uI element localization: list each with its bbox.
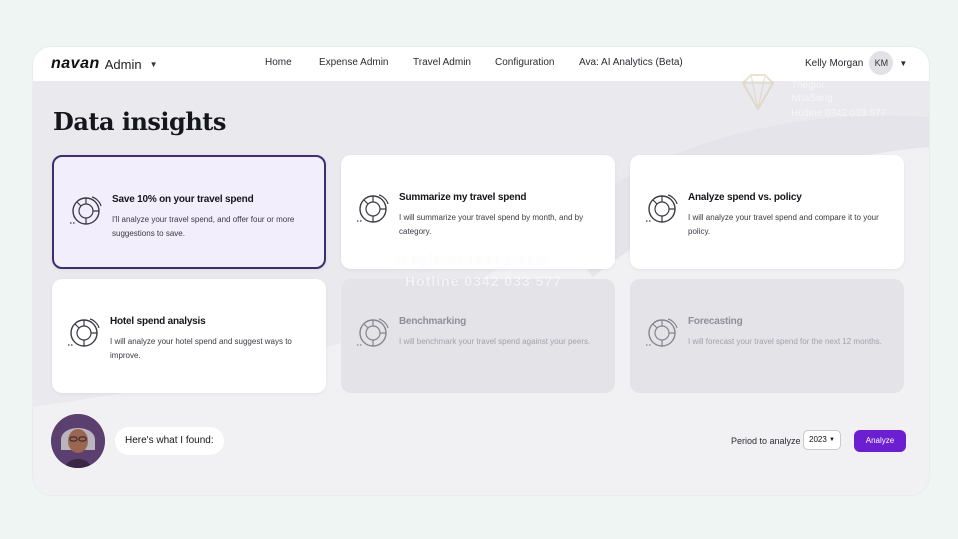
nav-ava-ai-analytics[interactable]: Ava: AI Analytics (Beta)	[579, 57, 683, 68]
period-label: Period to analyze	[731, 436, 801, 446]
card-title: Save 10% on your travel spend	[112, 194, 254, 205]
insight-card-benchmarking: Benchmarking I will benchmark your trave…	[341, 279, 615, 393]
card-title: Benchmarking	[399, 316, 467, 327]
watermark-line-1: Thegioi	[791, 80, 824, 91]
year-select[interactable]: 2023 ▼	[803, 430, 841, 450]
chevron-down-icon: ▼	[149, 59, 158, 69]
chart-analysis-icon	[646, 318, 678, 347]
card-title: Summarize my travel spend	[399, 192, 527, 203]
page-title: Data insights	[53, 107, 226, 136]
nav-configuration[interactable]: Configuration	[495, 57, 554, 68]
chevron-down-icon: ▼	[829, 437, 835, 443]
watermark-line-2: NhaSang	[791, 93, 833, 104]
card-description: I will analyze your hotel spend and sugg…	[110, 337, 292, 360]
card-description: I will analyze your travel spend and com…	[688, 213, 879, 236]
nav-expense-admin[interactable]: Expense Admin	[319, 57, 389, 68]
card-description: I will summarize your travel spend by mo…	[399, 213, 584, 236]
chart-analysis-icon	[357, 194, 389, 223]
watermark-line-3: Hotline 0342 033 577	[791, 108, 887, 119]
chart-analysis-icon	[646, 194, 678, 223]
assistant-message: Here's what I found:	[115, 427, 224, 455]
assistant-avatar	[51, 414, 105, 468]
chart-analysis-icon	[70, 196, 102, 225]
insight-card-spend-vs-policy[interactable]: Analyze spend vs. policy I will analyze …	[630, 155, 904, 269]
card-description: I'll analyze your travel spend, and offe…	[112, 215, 295, 238]
product-name: Admin	[104, 56, 142, 72]
card-title: Hotel spend analysis	[110, 316, 206, 327]
brand-switcher[interactable]: navan Admin ▼	[51, 55, 158, 73]
top-navigation-bar: navan Admin ▼ Home Expense Admin Travel …	[33, 47, 929, 81]
card-title: Analyze spend vs. policy	[688, 192, 802, 203]
year-value: 2023	[809, 435, 827, 444]
watermark-diamond-logo	[741, 74, 775, 112]
user-avatar: KM	[869, 51, 894, 75]
insight-card-hotel-spend[interactable]: Hotel spend analysis I will analyze your…	[52, 279, 326, 393]
user-menu[interactable]: Kelly Morgan KM ▼	[805, 51, 907, 75]
user-name: Kelly Morgan	[805, 57, 864, 69]
analyze-button[interactable]: Analyze	[854, 430, 906, 452]
nav-travel-admin[interactable]: Travel Admin	[413, 57, 471, 68]
watermark-center-url: thegioinhasang.com	[395, 251, 550, 267]
insight-card-forecasting: Forecasting I will forecast your travel …	[630, 279, 904, 393]
app-window: navan Admin ▼ Home Expense Admin Travel …	[33, 47, 929, 495]
card-description: I will benchmark your travel spend again…	[399, 337, 591, 346]
nav-home[interactable]: Home	[265, 57, 292, 68]
navan-logo: navan	[51, 55, 100, 72]
card-title: Forecasting	[688, 316, 743, 327]
chevron-down-icon: ▼	[899, 58, 908, 68]
card-description: I will forecast your travel spend for th…	[688, 337, 882, 346]
watermark-center-hotline: Hotline 0342 033 577	[405, 273, 562, 289]
chart-analysis-icon	[68, 318, 100, 347]
assistant-face-icon	[51, 414, 105, 468]
chart-analysis-icon	[357, 318, 389, 347]
insight-card-save-10[interactable]: Save 10% on your travel spend I'll analy…	[52, 155, 326, 269]
